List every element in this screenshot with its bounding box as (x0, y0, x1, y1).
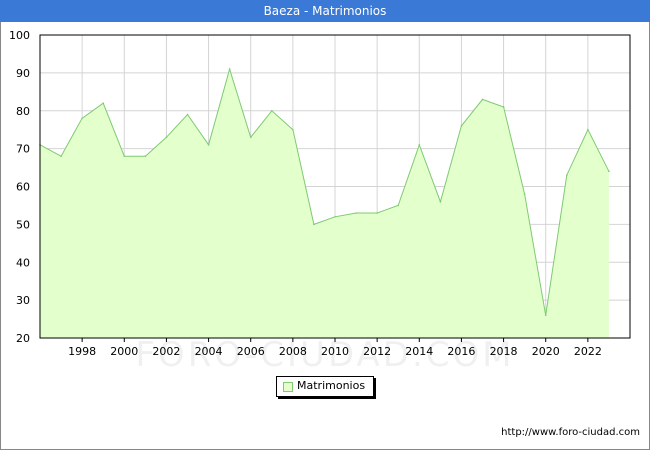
data-point (165, 136, 168, 139)
data-point (207, 144, 210, 146)
x-tick-label: 2016 (447, 345, 475, 358)
data-point (608, 170, 610, 173)
legend-swatch (283, 382, 293, 392)
data-point (186, 113, 189, 116)
data-point (376, 212, 378, 214)
data-point (523, 193, 526, 195)
data-point (439, 200, 442, 203)
x-tick-label: 2000 (110, 345, 138, 358)
data-point (544, 314, 547, 317)
data-point (102, 102, 105, 104)
y-tick-label: 60 (16, 181, 30, 194)
data-point (313, 223, 315, 226)
data-point (355, 212, 357, 214)
y-tick-label: 80 (16, 105, 30, 118)
data-point (292, 128, 294, 131)
x-tick-label: 2002 (152, 345, 180, 358)
x-tick-label: 2022 (574, 345, 602, 358)
x-tick-label: 2006 (237, 345, 265, 358)
data-point (334, 216, 336, 218)
x-tick-label: 2014 (405, 345, 433, 358)
x-tick-label: 2018 (490, 345, 518, 358)
y-tick-label: 50 (16, 218, 30, 231)
data-point (228, 68, 231, 70)
data-point (418, 144, 421, 146)
x-tick-label: 2008 (279, 345, 307, 358)
x-tick-label: 1998 (68, 345, 96, 358)
data-point (144, 155, 147, 157)
legend-label: Matrimonios (297, 379, 366, 392)
data-point (502, 106, 505, 108)
data-point (397, 204, 400, 207)
data-point (270, 109, 273, 112)
y-tick-label: 90 (16, 67, 30, 80)
data-point (81, 117, 83, 120)
x-tick-label: 2010 (321, 345, 349, 358)
series-area-fill (40, 69, 609, 338)
y-tick-label: 70 (16, 143, 30, 156)
data-point (249, 136, 252, 139)
data-point (60, 155, 62, 157)
source-url: http://www.foro-ciudad.com (501, 427, 640, 438)
data-point (565, 174, 568, 176)
data-point (587, 128, 589, 131)
y-tick-label: 100 (9, 29, 30, 42)
x-tick-label: 2012 (363, 345, 391, 358)
y-tick-label: 40 (16, 256, 30, 269)
legend: Matrimonios (276, 376, 374, 397)
x-tick-label: 2004 (195, 345, 223, 358)
y-tick-label: 30 (16, 294, 30, 307)
data-point (460, 125, 463, 127)
data-point (481, 98, 484, 101)
data-point (123, 155, 126, 157)
x-tick-label: 2020 (532, 345, 560, 358)
y-tick-label: 20 (16, 332, 30, 345)
